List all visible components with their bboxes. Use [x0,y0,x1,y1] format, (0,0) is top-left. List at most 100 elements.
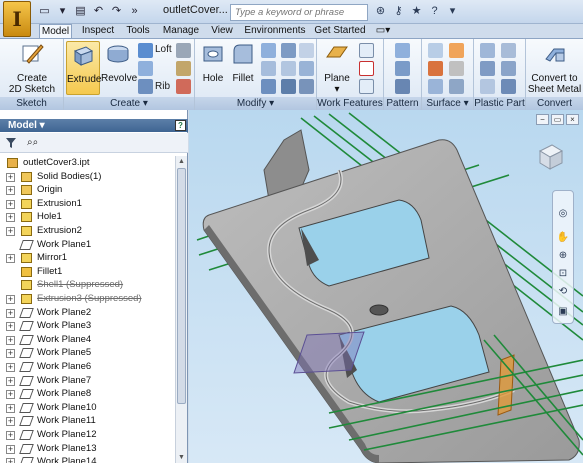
expand-toggle-icon[interactable]: + [6,363,15,372]
expand-toggle-icon[interactable]: + [6,227,15,236]
expand-toggle-icon[interactable]: + [6,431,15,440]
pan-icon[interactable]: ✋ [556,231,570,245]
sweep-icon[interactable] [138,61,153,76]
more-icon[interactable]: » [126,3,143,20]
thread-icon[interactable] [281,43,296,58]
trim-icon[interactable] [449,43,464,58]
tab-environments[interactable]: Environments [243,24,307,38]
expand-toggle-icon[interactable]: + [6,172,15,182]
key-icon[interactable]: ⚷ [390,3,407,20]
expand-toggle-icon[interactable]: + [6,254,15,264]
copy-object-icon[interactable] [299,61,314,76]
browser-scrollbar[interactable]: ▲ ▼ [175,156,187,463]
browser-help-icon[interactable]: ? [175,120,186,131]
boss-icon[interactable] [480,61,495,76]
derive-icon[interactable] [176,79,191,94]
chamfer-icon[interactable] [261,43,276,58]
application-menu-button[interactable]: I [3,1,31,37]
shell-icon[interactable] [261,61,276,76]
create-sketch-button[interactable]: Create 2D Sketch [6,41,58,95]
expand-toggle-icon[interactable]: + [6,322,15,332]
patch-icon[interactable] [428,79,443,94]
snap-fit-icon[interactable] [501,43,516,58]
find-icon[interactable]: ⌕⌕ [27,137,38,148]
expand-toggle-icon[interactable]: + [6,444,15,454]
stitch-icon[interactable] [428,43,443,58]
coil-icon[interactable] [138,79,153,94]
replace-face-icon[interactable] [449,79,464,94]
expand-toggle-icon[interactable]: + [6,376,15,386]
emboss-icon[interactable] [176,43,191,58]
tab-overflow-icon[interactable]: ▭▾ [372,24,394,38]
steering-wheel-icon[interactable]: ◎ [556,207,570,221]
tab-tools[interactable]: Tools [123,24,153,38]
extend-icon[interactable] [449,61,464,76]
tab-model[interactable]: Model [39,24,72,38]
expand-toggle-icon[interactable]: + [6,417,15,427]
thicken-icon[interactable] [299,79,314,94]
part-model[interactable] [189,110,583,463]
zoom-icon[interactable]: ⊕ [556,249,570,263]
binoculars-icon[interactable]: ⊛ [372,3,389,20]
combine-icon[interactable] [281,79,296,94]
expand-toggle-icon[interactable]: + [6,308,15,318]
circular-pattern-icon[interactable] [395,61,410,76]
tab-view[interactable]: View [208,24,236,38]
star-icon[interactable]: ★ [408,3,425,20]
move-face-icon[interactable] [299,43,314,58]
expand-toggle-icon[interactable]: + [6,390,15,400]
graphics-viewport[interactable]: − ▭ × ◎ ✋ ⊕ ⊡ ⟲ ▣ [189,110,583,463]
fillet-button[interactable]: Fillet [228,41,258,95]
plane-dropdown-icon[interactable]: ▾ [320,84,354,95]
orbit-icon[interactable]: ⟲ [556,285,570,299]
rib-button[interactable]: Rib [155,81,170,92]
mirror-icon[interactable] [395,79,410,94]
point-icon[interactable] [359,61,374,76]
decal-icon[interactable] [176,61,191,76]
expand-toggle-icon[interactable]: + [6,335,15,345]
filter-icon[interactable] [6,138,16,148]
scroll-thumb[interactable] [177,168,186,404]
viewcube-icon[interactable] [534,141,566,173]
help-icon[interactable]: ? [426,3,443,20]
hole-button[interactable]: Hole [198,41,228,95]
axis-icon[interactable] [359,43,374,58]
expand-toggle-icon[interactable]: + [6,186,15,196]
modify-panel-title[interactable]: Modify ▾ [195,97,316,110]
undo-icon[interactable]: ↶ [90,3,107,20]
expand-toggle-icon[interactable]: + [6,295,15,304]
look-at-icon[interactable]: ▣ [556,305,570,319]
redo-icon[interactable]: ↷ [108,3,125,20]
loft-button[interactable]: Loft [155,44,172,55]
rectangular-pattern-icon[interactable] [395,43,410,58]
save-icon[interactable]: ▤ [72,3,89,20]
expand-toggle-icon[interactable]: + [6,213,15,223]
open-icon[interactable]: ▾ [54,3,71,20]
expand-toggle-icon[interactable]: + [6,403,15,413]
expand-toggle-icon[interactable]: + [6,349,15,359]
tab-manage[interactable]: Manage [161,24,201,38]
scroll-down-icon[interactable]: ▼ [176,452,187,463]
tab-inspect[interactable]: Inspect [79,24,117,38]
convert-to-sheet-metal-button[interactable]: Convert to Sheet Metal [527,41,582,95]
revolve-button[interactable]: Revolve [101,41,137,95]
browser-header[interactable]: Model ▾ ? [0,119,188,132]
surface-panel-title[interactable]: Surface ▾ [422,97,473,110]
plane-button[interactable]: Plane ▾ [320,41,354,95]
extrude-button[interactable]: Extrude [66,41,101,95]
scroll-up-icon[interactable]: ▲ [176,156,187,167]
rule-fillet-icon[interactable] [501,61,516,76]
zoom-window-icon[interactable]: ⊡ [556,267,570,281]
expand-toggle-icon[interactable]: + [6,199,15,209]
lip-icon[interactable] [501,79,516,94]
grill-icon[interactable] [480,43,495,58]
rest-icon[interactable] [480,79,495,94]
help-dropdown-icon[interactable]: ▾ [444,3,461,20]
new-icon[interactable]: ▭ [36,3,53,20]
sculpt-icon[interactable] [428,61,443,76]
search-input[interactable] [230,4,368,21]
draft-icon[interactable] [261,79,276,94]
expand-toggle-icon[interactable]: + [6,458,15,463]
create-panel-title[interactable]: Create ▾ [64,97,194,110]
split-icon[interactable] [281,61,296,76]
